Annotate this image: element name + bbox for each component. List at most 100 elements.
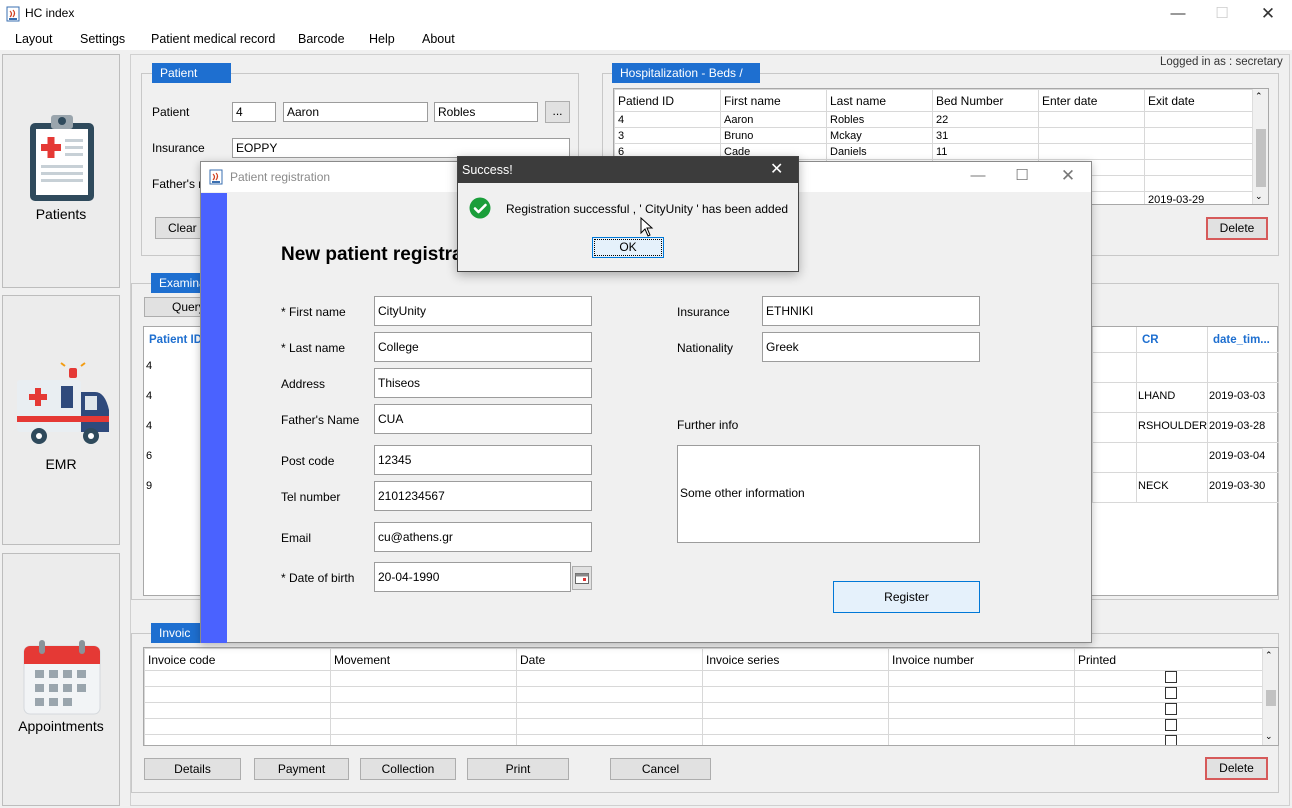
column-header[interactable]: Invoice series [702, 648, 889, 671]
email-field[interactable]: cu@athens.gr [374, 522, 592, 552]
patient-first-name-field[interactable]: Aaron [283, 102, 428, 122]
column-header[interactable]: Invoice code [144, 648, 331, 671]
insurance-field[interactable]: ETHNIKI [762, 296, 980, 326]
column-header[interactable]: Exit date [1144, 89, 1253, 112]
date-picker-button[interactable] [572, 566, 592, 590]
date-of-birth-field[interactable]: 20-04-1990 [374, 562, 571, 592]
column-header[interactable]: Date [516, 648, 703, 671]
patient-id-field[interactable]: 4 [232, 102, 276, 122]
table-row[interactable] [144, 718, 1263, 735]
menu-about[interactable]: About [422, 32, 455, 46]
column-header[interactable]: Enter date [1038, 89, 1145, 112]
table-row[interactable] [144, 734, 1263, 745]
printed-checkbox[interactable] [1164, 687, 1177, 699]
column-divider [1092, 327, 1093, 502]
tel-number-label: Tel number [281, 490, 341, 504]
table-row[interactable]: 4 Aaron Robles 22 [614, 111, 1253, 128]
menu-bar: Layout Settings Patient medical record B… [0, 28, 1292, 50]
address-field[interactable]: Thiseos [374, 368, 592, 398]
row-divider [1092, 442, 1279, 443]
scroll-up-icon[interactable]: ⌃ [1255, 91, 1263, 102]
table-row[interactable] [144, 702, 1263, 719]
column-header[interactable]: Movement [330, 648, 517, 671]
column-header-cr[interactable]: CR [1142, 334, 1159, 346]
menu-layout[interactable]: Layout [15, 32, 53, 46]
menu-barcode[interactable]: Barcode [298, 32, 345, 46]
registration-close-button[interactable]: ✕ [1045, 162, 1091, 190]
maximize-button[interactable]: ☐ [1199, 0, 1245, 28]
last-name-field[interactable]: College [374, 332, 592, 362]
ok-button[interactable]: OK [592, 237, 664, 258]
further-info-textarea[interactable]: Some other information [677, 445, 980, 543]
printed-checkbox[interactable] [1164, 671, 1177, 683]
tel-number-field[interactable]: 2101234567 [374, 481, 592, 511]
table-cell [1144, 175, 1253, 192]
menu-patient-medical-record[interactable]: Patient medical record [151, 32, 275, 46]
column-header-date[interactable]: date_tim... [1213, 334, 1270, 346]
table-row[interactable] [144, 670, 1263, 687]
cancel-invoice-button[interactable]: Cancel [610, 758, 711, 780]
table-cell [1038, 143, 1145, 160]
nav-emr-button[interactable]: EMR [2, 295, 120, 545]
invoice-delete-button[interactable]: Delete [1205, 757, 1268, 780]
row-divider [1092, 352, 1279, 353]
close-button[interactable]: ✕ [1245, 0, 1291, 28]
post-code-field[interactable]: 12345 [374, 445, 592, 475]
nav-patients-button[interactable]: Patients [2, 54, 120, 288]
table-row[interactable]: 3 Bruno Mckay 31 [614, 127, 1253, 144]
browse-patient-button[interactable]: ... [545, 101, 570, 123]
nationality-label: Nationality [677, 341, 734, 355]
registration-minimize-button[interactable]: — [955, 162, 1001, 190]
print-button[interactable]: Print [467, 758, 569, 780]
registration-maximize-button[interactable]: ☐ [999, 162, 1045, 190]
column-header-patient-id[interactable]: Patient ID [149, 334, 202, 346]
payment-button[interactable]: Payment [254, 758, 349, 780]
minimize-button[interactable]: — [1155, 0, 1201, 28]
scroll-thumb[interactable] [1266, 690, 1276, 706]
table-cell: Daniels [826, 143, 933, 160]
success-close-button[interactable]: ✕ [770, 159, 783, 179]
printed-checkbox[interactable] [1164, 719, 1177, 731]
details-button[interactable]: Details [144, 758, 241, 780]
row-divider [1092, 502, 1279, 503]
success-dialog: Success! ✕ Registration successful , ' C… [457, 156, 799, 272]
hospitalization-delete-button[interactable]: Delete [1206, 217, 1268, 240]
collection-button[interactable]: Collection [360, 758, 456, 780]
table-cell: 31 [932, 127, 1039, 144]
table-cell: 22 [932, 111, 1039, 128]
column-header[interactable]: Invoice number [888, 648, 1075, 671]
fathers-name-field[interactable]: CUA [374, 404, 592, 434]
table-row[interactable] [144, 686, 1263, 703]
exam-row-id: 4 [146, 360, 153, 372]
nav-patients-label: Patients [35, 206, 87, 222]
registration-heading: New patient registra [281, 244, 463, 265]
scroll-down-icon[interactable]: ⌄ [1255, 191, 1263, 202]
scroll-up-icon[interactable]: ⌃ [1265, 650, 1273, 661]
column-header[interactable]: Patiend ID [614, 89, 721, 112]
scroll-thumb[interactable] [1256, 129, 1266, 187]
register-button[interactable]: Register [833, 581, 980, 613]
query-button[interactable]: Query [144, 297, 205, 317]
printed-checkbox[interactable] [1164, 703, 1177, 715]
column-header[interactable]: Bed Number [932, 89, 1039, 112]
insurance-label: Insurance [677, 305, 730, 319]
column-header[interactable]: First name [720, 89, 827, 112]
nav-appointments-button[interactable]: Appointments [2, 553, 120, 806]
clipboard-icon [30, 115, 94, 201]
invoice-scrollbar[interactable]: ⌃ ⌄ [1262, 648, 1278, 745]
menu-help[interactable]: Help [369, 32, 395, 46]
hospitalization-scrollbar[interactable]: ⌃ ⌄ [1252, 89, 1268, 204]
menu-settings[interactable]: Settings [80, 32, 125, 46]
exam-row-id: 6 [146, 450, 153, 462]
column-header[interactable]: Last name [826, 89, 933, 112]
scroll-down-icon[interactable]: ⌄ [1265, 731, 1273, 742]
success-message: Registration successful , ' CityUnity ' … [506, 202, 789, 216]
patient-last-name-field[interactable]: Robles [434, 102, 538, 122]
printed-checkbox[interactable] [1164, 735, 1177, 745]
nationality-field[interactable]: Greek [762, 332, 980, 362]
column-header[interactable]: Printed [1074, 648, 1263, 671]
mouse-cursor-icon [640, 217, 654, 237]
java-app-icon [6, 6, 20, 22]
first-name-field[interactable]: CityUnity [374, 296, 592, 326]
insurance-field[interactable]: EOPPY [232, 138, 570, 158]
